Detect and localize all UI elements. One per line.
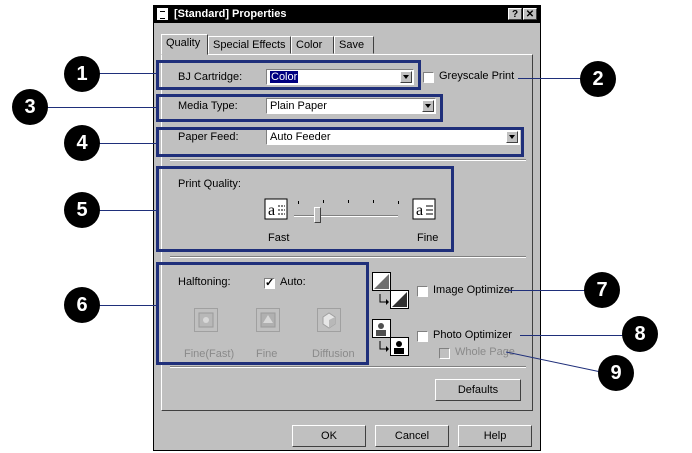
callout-2: 2: [580, 61, 616, 97]
highlight-box-print-quality: [156, 166, 454, 252]
window-title: [Standard] Properties: [174, 8, 287, 20]
callout-1: 1: [64, 56, 100, 92]
cancel-button[interactable]: Cancel: [375, 425, 449, 447]
document-icon: [157, 8, 168, 20]
callout-line-4: [98, 143, 156, 144]
tab-color[interactable]: Color: [291, 36, 334, 54]
highlight-box-paper-feed: [156, 127, 524, 157]
separator: [170, 159, 526, 161]
callout-5: 5: [64, 192, 100, 228]
image-optimizer-label: Image Optimizer: [433, 284, 514, 296]
callout-line-1: [98, 73, 156, 74]
callout-4: 4: [64, 125, 100, 161]
tab-special-effects[interactable]: Special Effects: [208, 36, 291, 54]
callout-7: 7: [584, 272, 620, 308]
help-button[interactable]: Help: [458, 425, 532, 447]
callout-6: 6: [64, 287, 100, 323]
photo-optimizer-checkbox[interactable]: [417, 331, 428, 342]
close-title-button[interactable]: ✕: [523, 8, 537, 20]
callout-line-7: [508, 290, 586, 291]
ok-button[interactable]: OK: [292, 425, 366, 447]
callout-line-3: [46, 107, 156, 108]
highlight-box-cartridge: [156, 60, 421, 90]
highlight-box-media-type: [156, 94, 443, 122]
whole-page-checkbox[interactable]: [439, 348, 450, 359]
separator: [170, 366, 526, 368]
highlight-box-halftoning: [156, 262, 369, 365]
callout-line-5: [98, 210, 156, 211]
callout-8: 8: [622, 316, 658, 352]
image-optimizer-checkbox[interactable]: [417, 286, 428, 297]
tab-quality[interactable]: Quality: [161, 34, 208, 55]
callout-line-6: [98, 305, 156, 306]
image-optimizer-icon: [372, 272, 409, 309]
help-title-button[interactable]: ?: [508, 8, 522, 20]
photo-optimizer-icon: [372, 319, 409, 356]
title-bar[interactable]: [Standard] Properties ? ✕: [154, 6, 540, 23]
separator: [170, 256, 526, 258]
tab-save[interactable]: Save: [334, 36, 374, 54]
defaults-button[interactable]: Defaults: [435, 379, 521, 401]
greyscale-checkbox[interactable]: [423, 72, 434, 83]
callout-line-9: [505, 351, 602, 373]
photo-optimizer-label: Photo Optimizer: [433, 329, 512, 341]
greyscale-label: Greyscale Print: [439, 70, 515, 82]
callout-line-8: [520, 335, 624, 336]
callout-line-2: [518, 78, 584, 79]
callout-9: 9: [598, 355, 634, 391]
callout-3: 3: [12, 89, 48, 125]
